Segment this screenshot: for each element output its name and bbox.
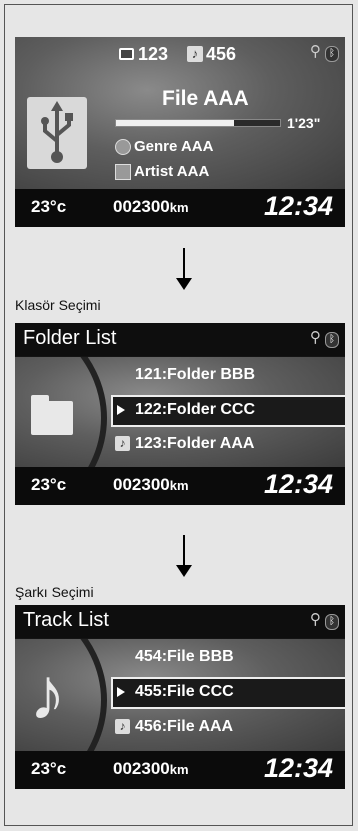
- odometer: 002300km: [113, 197, 189, 217]
- outside-temperature: 23°c: [31, 197, 67, 216]
- outside-temperature: 23°c: [31, 759, 67, 778]
- artist-label: Artist AAA: [134, 163, 210, 180]
- down-arrow-1: [183, 248, 185, 278]
- track-list-title: Track List: [23, 609, 109, 631]
- clock: 12:34: [263, 191, 333, 221]
- status-bar: 23°c 002300km 12:34: [15, 751, 345, 789]
- elapsed-time: 1'23": [287, 115, 321, 131]
- folder-list-screen: 121:Folder BBB 122:Folder CCC ♪ 123:Fold…: [15, 357, 345, 467]
- bluetooth-icon: ᛒ: [325, 614, 339, 630]
- now-playing-screen: 123 ♪ 456 ⚲ ᛒ File AAA 1'23" Genre AAA A…: [15, 37, 345, 189]
- list-item-1[interactable]: 454:File BBB: [135, 648, 234, 666]
- file-name: File AAA: [162, 87, 249, 110]
- odometer-value: 002300: [113, 759, 170, 778]
- list-item-3[interactable]: 123:Folder AAA: [135, 435, 254, 453]
- progress-track: [115, 119, 281, 127]
- selection-pointer-icon: [117, 405, 125, 415]
- status-icons: ⚲ ᛒ: [310, 42, 339, 62]
- usb-icon: ⚲: [309, 611, 321, 628]
- outside-temperature: 23°c: [31, 475, 67, 494]
- track-number: 456: [206, 44, 237, 64]
- folder-icon-tab: [31, 395, 49, 403]
- usb-source-icon: [27, 97, 87, 169]
- music-note-icon: ♪: [115, 436, 130, 451]
- list-item-3[interactable]: 456:File AAA: [135, 718, 233, 736]
- track-list-screen: ♪ 454:File BBB 455:File CCC ♪ 456:File A…: [15, 639, 345, 751]
- bluetooth-icon: ᛒ: [325, 332, 339, 348]
- status-bar: 23°c 002300km 12:34: [15, 189, 345, 227]
- odometer-value: 002300: [113, 197, 170, 216]
- odometer-unit: km: [169, 762, 189, 777]
- folder-list-title: Folder List: [23, 327, 117, 349]
- folder-list-display: Folder List ⚲ ᛒ 121:Folder BBB 122:Folde…: [15, 323, 345, 505]
- genre-icon: [115, 139, 131, 155]
- folder-icon: [119, 48, 134, 60]
- list-item-2-selected[interactable]: 455:File CCC: [135, 683, 234, 701]
- clock: 12:34: [263, 469, 333, 499]
- folder-list-title-bar: Folder List ⚲ ᛒ: [15, 323, 345, 356]
- music-note-large-icon: ♪: [29, 652, 66, 735]
- odometer: 002300km: [113, 475, 189, 495]
- track-list-title-bar: Track List ⚲ ᛒ: [15, 605, 345, 638]
- music-note-icon: ♪: [115, 719, 130, 734]
- odometer-unit: km: [169, 478, 189, 493]
- odometer: 002300km: [113, 759, 189, 779]
- caption-folder-selection: Klasör Seçimi: [15, 297, 101, 313]
- bluetooth-icon: ᛒ: [325, 46, 339, 62]
- folder-icon: [31, 401, 73, 435]
- usb-icon: ⚲: [309, 329, 321, 346]
- folder-number: 123: [138, 44, 169, 64]
- odometer-unit: km: [169, 200, 189, 215]
- down-arrow-2-head: [176, 565, 192, 577]
- status-icons: ⚲ ᛒ: [310, 328, 339, 348]
- music-note-icon: ♪: [187, 46, 203, 62]
- list-item-1[interactable]: 121:Folder BBB: [135, 366, 255, 384]
- status-bar: 23°c 002300km 12:34: [15, 467, 345, 505]
- selection-pointer-icon: [117, 687, 125, 697]
- status-icons: ⚲ ᛒ: [310, 610, 339, 630]
- down-arrow-1-head: [176, 278, 192, 290]
- caption-track-selection: Şarkı Seçimi: [15, 584, 94, 600]
- odometer-value: 002300: [113, 475, 170, 494]
- track-list-display: Track List ⚲ ᛒ ♪ 454:File BBB 455:File C…: [15, 605, 345, 789]
- list-item-2-selected[interactable]: 122:Folder CCC: [135, 401, 255, 419]
- artist-icon: [115, 164, 131, 180]
- now-playing-display: 123 ♪ 456 ⚲ ᛒ File AAA 1'23" Genre AAA A…: [15, 37, 345, 227]
- progress-fill: [116, 120, 235, 126]
- down-arrow-2: [183, 535, 185, 565]
- genre-label: Genre AAA: [134, 138, 214, 155]
- clock: 12:34: [263, 753, 333, 783]
- usb-icon: ⚲: [309, 43, 321, 60]
